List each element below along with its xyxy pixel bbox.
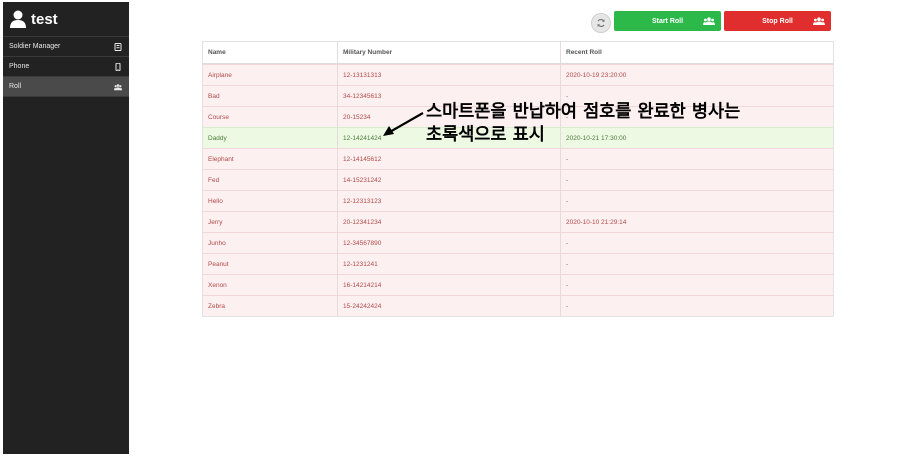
user-icon (10, 10, 26, 28)
sidebar-item-phone[interactable]: Phone (3, 57, 129, 77)
cell-name: Fed (208, 176, 220, 184)
roll-table: Name Military Number Recent Roll Airplan… (202, 41, 834, 317)
sidebar-item-label: Soldier Manager (9, 43, 61, 50)
table-row[interactable]: Airplane 12-13131313 2020-10-19 23:20:00 (203, 64, 833, 85)
cell-number: 12-34567890 (337, 233, 560, 253)
cell-recent: - (560, 296, 833, 316)
header-name[interactable]: Name (203, 42, 337, 63)
cell-name: Peanut (208, 260, 229, 268)
table-row[interactable]: Jerry 20-12341234 2020-10-10 21:29:14 (203, 211, 833, 232)
brand-title: test (31, 10, 58, 28)
group-icon (703, 17, 715, 25)
cell-name: Hello (208, 197, 223, 205)
cell-recent: - (560, 149, 833, 169)
table-row[interactable]: Hello 12-12313123 - (203, 190, 833, 211)
brand[interactable]: test (3, 2, 129, 37)
group-icon (813, 17, 825, 25)
cell-recent: - (560, 191, 833, 211)
table-row[interactable]: Fed 14-15231242 - (203, 169, 833, 190)
cell-number: 14-15231242 (337, 170, 560, 190)
cell-recent: - (560, 275, 833, 295)
annotation-line-2: 초록색으로 표시 (426, 125, 545, 145)
cell-name: Daddy (208, 134, 227, 142)
sidebar: test Soldier Manager Phone Roll (3, 2, 129, 454)
cell-name: Junho (208, 239, 226, 247)
cell-recent: - (560, 170, 833, 190)
table-row[interactable]: Xenon 16-14214214 - (203, 274, 833, 295)
cell-name: Zebra (208, 302, 225, 310)
cell-recent: 2020-10-10 21:29:14 (560, 212, 833, 232)
cell-recent: - (560, 254, 833, 274)
cell-name: Jerry (208, 218, 223, 226)
annotation-arrow-icon (383, 112, 424, 136)
cell-number: 12-14145612 (337, 149, 560, 169)
annotation-line-1: 스마트폰을 반납하여 점호를 완료한 병사는 (426, 102, 741, 122)
cell-name: Elephant (208, 155, 234, 163)
sidebar-item-roll[interactable]: Roll (3, 77, 129, 97)
cell-name: Xenon (208, 281, 227, 289)
cell-recent: - (560, 233, 833, 253)
cell-number: 12-13131313 (337, 65, 560, 85)
cell-number: 15-24242424 (337, 296, 560, 316)
phone-icon (115, 62, 121, 71)
annotation-text: 스마트폰을 반납하여 점호를 완료한 병사는 초록색으로 표시 (426, 101, 740, 147)
id-card-icon (114, 42, 122, 51)
sidebar-item-label: Phone (9, 63, 30, 70)
cell-number: 12-12313123 (337, 191, 560, 211)
table-row[interactable]: Peanut 12-1231241 - (203, 253, 833, 274)
header-recent-roll[interactable]: Recent Roll (560, 42, 833, 63)
cell-recent: 2020-10-19 23:20:00 (560, 65, 833, 85)
table-row[interactable]: Junho 12-34567890 - (203, 232, 833, 253)
cell-name: Course (208, 113, 229, 121)
refresh-icon (597, 19, 605, 27)
table-row[interactable]: Zebra 15-24242424 - (203, 295, 833, 316)
refresh-button[interactable] (591, 13, 611, 33)
cell-number: 16-14214214 (337, 275, 560, 295)
cell-number: 20-12341234 (337, 212, 560, 232)
cell-name: Bad (208, 92, 220, 100)
cell-number: 12-1231241 (337, 254, 560, 274)
stop-roll-button[interactable]: Stop Roll (724, 11, 831, 31)
group-icon (114, 83, 122, 90)
table-header: Name Military Number Recent Roll (203, 42, 833, 64)
start-roll-button[interactable]: Start Roll (614, 11, 721, 31)
table-row[interactable]: Elephant 12-14145612 - (203, 148, 833, 169)
cell-name: Airplane (208, 71, 232, 79)
sidebar-item-label: Roll (9, 83, 22, 90)
sidebar-item-soldier-manager[interactable]: Soldier Manager (3, 37, 129, 57)
header-military-number[interactable]: Military Number (337, 42, 560, 63)
